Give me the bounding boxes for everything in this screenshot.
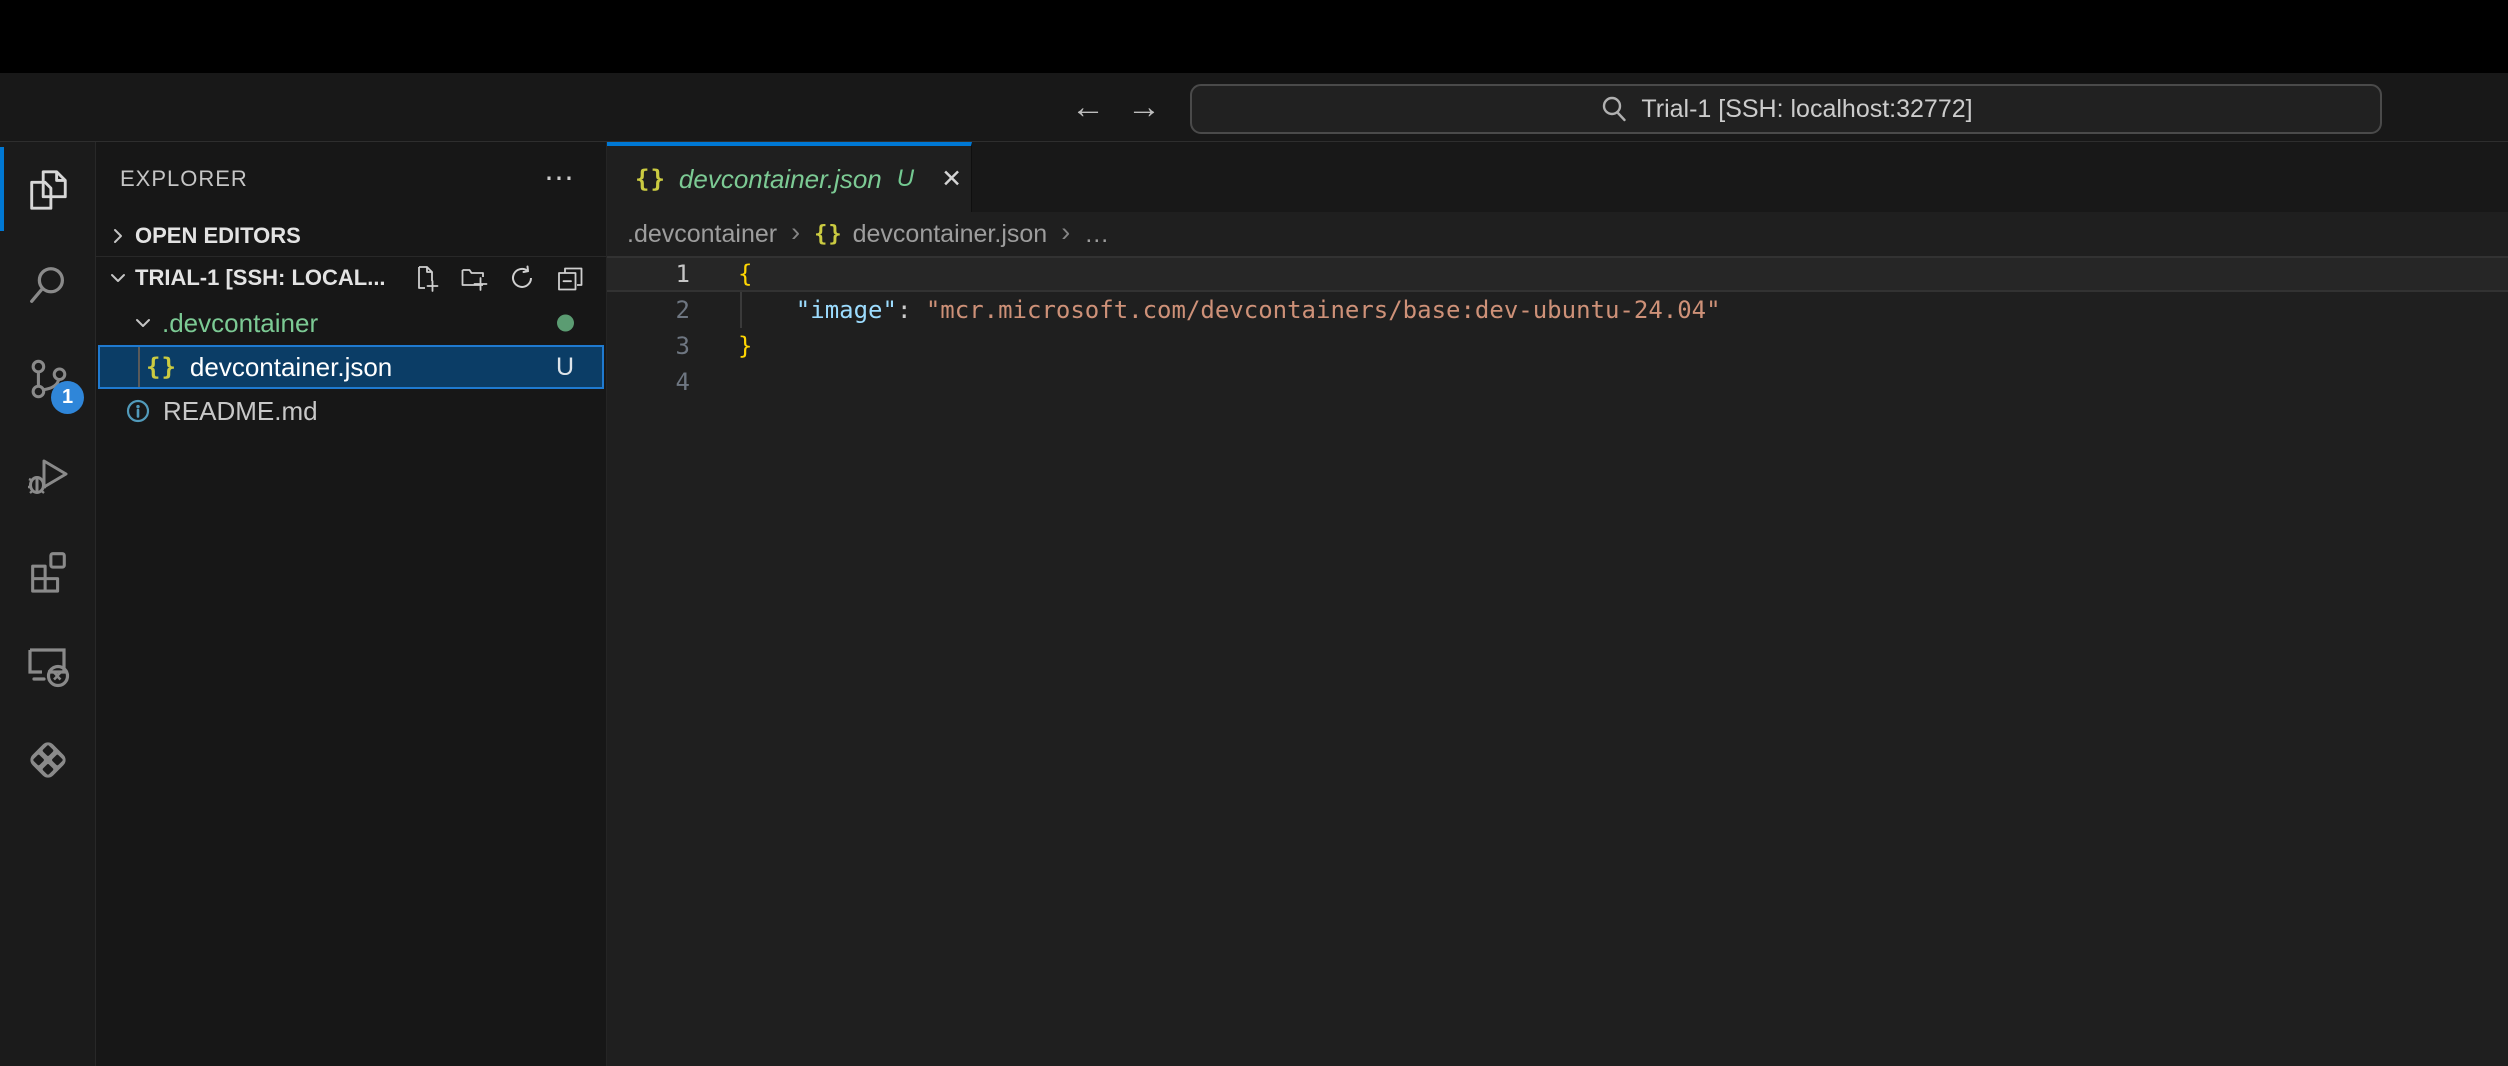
readme-info-icon xyxy=(125,398,151,424)
file-tree: .devcontainer {} devcontainer.json U REA… xyxy=(96,301,606,433)
line-number: 4 xyxy=(607,368,714,396)
file-name: devcontainer.json xyxy=(190,352,392,383)
open-editors-label: OPEN EDITORS xyxy=(135,223,301,249)
code-token: : xyxy=(897,296,926,324)
navigate-back-button[interactable]: ← xyxy=(1066,73,1110,141)
workspace-section-header[interactable]: TRIAL-1 [SSH: LOCAL... xyxy=(96,257,606,299)
run-debug-icon[interactable] xyxy=(0,427,95,522)
breadcrumb: .devcontainer › {} devcontainer.json › … xyxy=(607,212,2508,256)
collapse-folders-icon[interactable] xyxy=(556,264,584,292)
json-file-icon: {} xyxy=(146,353,177,381)
tab-label: devcontainer.json xyxy=(679,164,882,195)
new-file-icon[interactable] xyxy=(412,264,440,292)
code-token: "mcr.microsoft.com/devcontainers/base:de… xyxy=(926,296,1721,324)
open-editors-section[interactable]: OPEN EDITORS xyxy=(96,215,606,257)
code-token: { xyxy=(738,260,752,288)
code-line-2: 2 "image": "mcr.microsoft.com/devcontain… xyxy=(607,292,2508,328)
file-name: README.md xyxy=(163,396,318,427)
code-token: } xyxy=(738,332,752,360)
command-center-search[interactable]: Trial-1 [SSH: localhost:32772] xyxy=(1190,84,2382,134)
line-number: 3 xyxy=(607,332,714,360)
breadcrumb-symbol[interactable]: … xyxy=(1084,220,1109,249)
title-bar: ← → Trial-1 [SSH: localhost:32772] xyxy=(0,73,2508,142)
search-icon[interactable] xyxy=(0,237,95,332)
tree-item-readme[interactable]: README.md xyxy=(96,389,606,433)
navigate-forward-button[interactable]: → xyxy=(1122,73,1166,141)
search-icon xyxy=(1599,94,1629,124)
editor-group: {} devcontainer.json U ✕ .devcontainer ›… xyxy=(607,142,2508,1066)
window-top-strip xyxy=(0,0,2508,73)
explorer-icon[interactable] xyxy=(0,142,95,237)
breadcrumb-folder[interactable]: .devcontainer xyxy=(627,220,777,249)
sidebar-title: EXPLORER xyxy=(120,166,248,192)
chevron-down-icon xyxy=(130,313,156,333)
chevron-down-icon xyxy=(104,268,132,288)
activity-bar: 1 xyxy=(0,142,96,1066)
extensions-icon[interactable] xyxy=(0,522,95,617)
tab-git-badge: U xyxy=(897,165,914,193)
json-file-icon: {} xyxy=(635,165,666,193)
breadcrumb-file[interactable]: devcontainer.json xyxy=(853,220,1048,249)
tab-bar: {} devcontainer.json U ✕ xyxy=(607,142,2508,212)
folder-name: .devcontainer xyxy=(162,308,318,339)
code-token xyxy=(738,296,796,324)
new-folder-icon[interactable] xyxy=(460,264,488,292)
code-line-4: 4 xyxy=(607,364,2508,400)
code-token: "image" xyxy=(796,296,897,324)
line-number: 2 xyxy=(607,296,714,324)
window-title: Trial-1 [SSH: localhost:32772] xyxy=(1641,95,1972,124)
git-untracked-dot xyxy=(557,315,574,332)
refresh-icon[interactable] xyxy=(508,264,536,292)
chevron-right-icon: › xyxy=(787,217,804,252)
remote-explorer-icon[interactable] xyxy=(0,617,95,712)
git-untracked-badge: U xyxy=(556,353,574,382)
chevron-right-icon xyxy=(104,226,132,246)
azure-icon[interactable] xyxy=(0,712,95,807)
close-icon[interactable]: ✕ xyxy=(941,164,962,194)
explorer-more-actions-button[interactable]: ⋯ xyxy=(544,161,576,196)
tree-item-devcontainer-folder[interactable]: .devcontainer xyxy=(96,301,606,345)
code-line-1: 1 { xyxy=(607,256,2508,292)
code-editor[interactable]: 1 { 2 "image": "mcr.microsoft.com/devcon… xyxy=(607,256,2508,1066)
tab-devcontainer-json[interactable]: {} devcontainer.json U ✕ xyxy=(607,142,972,212)
source-control-icon[interactable]: 1 xyxy=(0,332,95,427)
workspace-label: TRIAL-1 [SSH: LOCAL... xyxy=(135,265,386,291)
source-control-badge: 1 xyxy=(51,381,84,414)
explorer-sidebar: EXPLORER ⋯ OPEN EDITORS TRIAL-1 [SSH: LO… xyxy=(96,142,607,1066)
json-file-icon: {} xyxy=(814,222,843,247)
chevron-right-icon: › xyxy=(1057,217,1074,252)
tree-indent-guide xyxy=(138,347,140,387)
code-line-3: 3 } xyxy=(607,328,2508,364)
tree-item-devcontainer-json[interactable]: {} devcontainer.json U xyxy=(98,345,604,389)
line-number: 1 xyxy=(607,260,714,288)
